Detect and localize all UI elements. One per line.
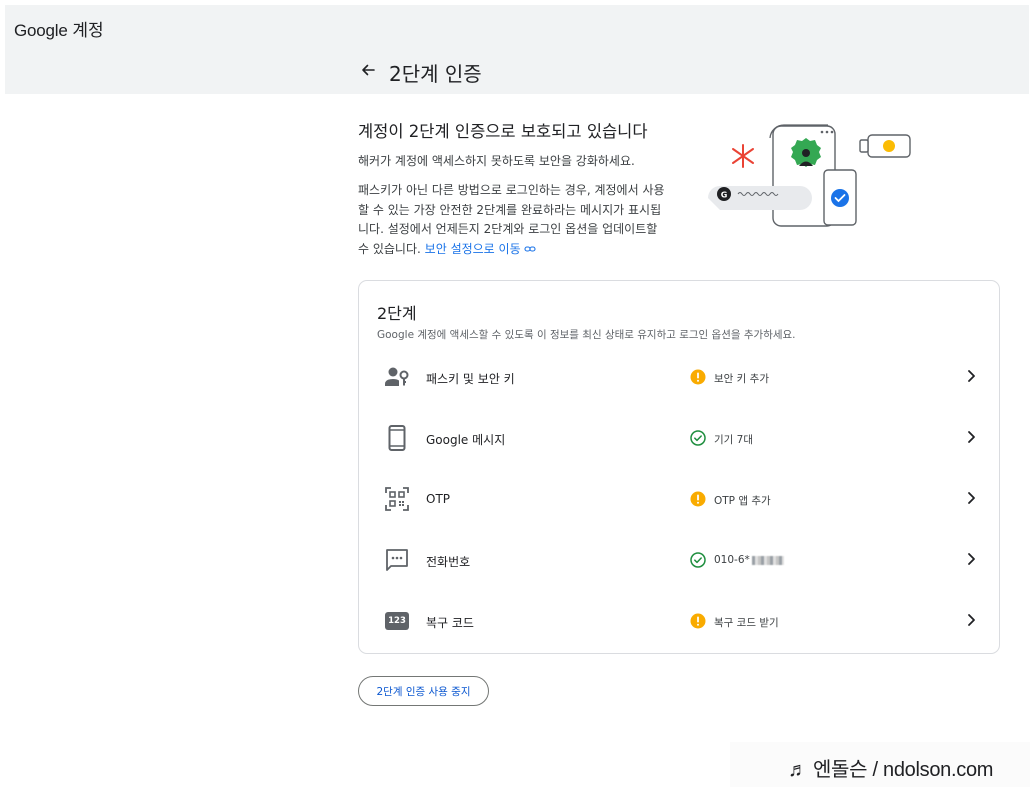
row-status: 복구 코드 받기	[714, 617, 779, 629]
watermark-text: ♬ 엔돌슨 / ndolson.com	[788, 759, 994, 781]
recovery-code-badge: 123	[385, 612, 409, 630]
row-label: 복구 코드	[426, 616, 474, 630]
warning-icon	[690, 369, 706, 385]
warning-icon	[690, 613, 706, 629]
chevron-right-icon	[968, 614, 975, 626]
hero-title: 계정이 2단계 인증으로 보호되고 있습니다	[358, 122, 648, 141]
page-title: 2단계 인증	[389, 62, 482, 86]
passkey-icon	[383, 363, 411, 391]
row-label: 패스키 및 보안 키	[426, 372, 515, 386]
chevron-right-icon	[968, 431, 975, 443]
hero-description: 패스키가 아닌 다른 방법으로 로그인하는 경우, 계정에서 사용할 수 있는 …	[358, 181, 670, 259]
second-step-card: 2단계 Google 계정에 액세스할 수 있도록 이 정보를 최신 상태로 유…	[358, 280, 1000, 654]
row-label: OTP	[426, 492, 451, 506]
row-google-messages[interactable]: Google 메시지 기기 7대	[359, 410, 999, 471]
back-button[interactable]	[355, 57, 381, 83]
row-phone-number[interactable]: 전화번호 010-6*	[359, 532, 999, 593]
row-status: 보안 키 추가	[714, 373, 769, 385]
chevron-right-icon	[968, 492, 975, 504]
warning-icon	[690, 491, 706, 507]
chevron-right-icon	[968, 370, 975, 382]
recovery-code-icon: 123	[383, 607, 411, 635]
link-icon	[524, 246, 537, 252]
row-label: Google 메시지	[426, 433, 506, 447]
row-status-phone-masked: 010-6*	[714, 554, 784, 566]
row-passkey[interactable]: 패스키 및 보안 키 보안 키 추가	[359, 349, 999, 410]
check-circle-icon	[690, 430, 706, 446]
row-status: 기기 7대	[714, 434, 753, 446]
chevron-right-icon	[968, 553, 975, 565]
watermark: ♬ 엔돌슨 / ndolson.com	[730, 742, 1030, 787]
disable-2sv-button[interactable]: 2단계 인증 사용 중지	[358, 676, 489, 706]
security-illustration-image: G	[708, 124, 911, 227]
svg-text:G: G	[721, 191, 728, 200]
row-otp[interactable]: OTP OTP 앱 추가	[359, 471, 999, 532]
card-title: 2단계	[377, 304, 417, 323]
brand-google: Google	[14, 21, 68, 40]
row-recovery-codes[interactable]: 123 복구 코드 복구 코드 받기	[359, 593, 999, 654]
row-status: OTP 앱 추가	[714, 495, 771, 507]
arrow-back-icon	[362, 64, 375, 76]
qr-code-icon	[383, 485, 411, 513]
message-icon	[383, 546, 411, 574]
card-subtitle: Google 계정에 액세스할 수 있도록 이 정보를 최신 상태로 유지하고 …	[377, 329, 796, 341]
row-label: 전화번호	[426, 555, 471, 569]
top-bar: Google 계정	[5, 5, 1029, 94]
hero-subtitle: 해커가 계정에 액세스하지 못하도록 보안을 강화하세요.	[358, 154, 635, 168]
security-settings-link[interactable]: 보안 설정으로 이동	[425, 242, 537, 256]
phone-icon	[383, 424, 411, 452]
brand-account: 계정	[72, 21, 104, 40]
google-account-logo[interactable]: Google 계정	[14, 16, 104, 41]
blurred-digits	[751, 555, 784, 565]
check-circle-icon	[690, 552, 706, 568]
